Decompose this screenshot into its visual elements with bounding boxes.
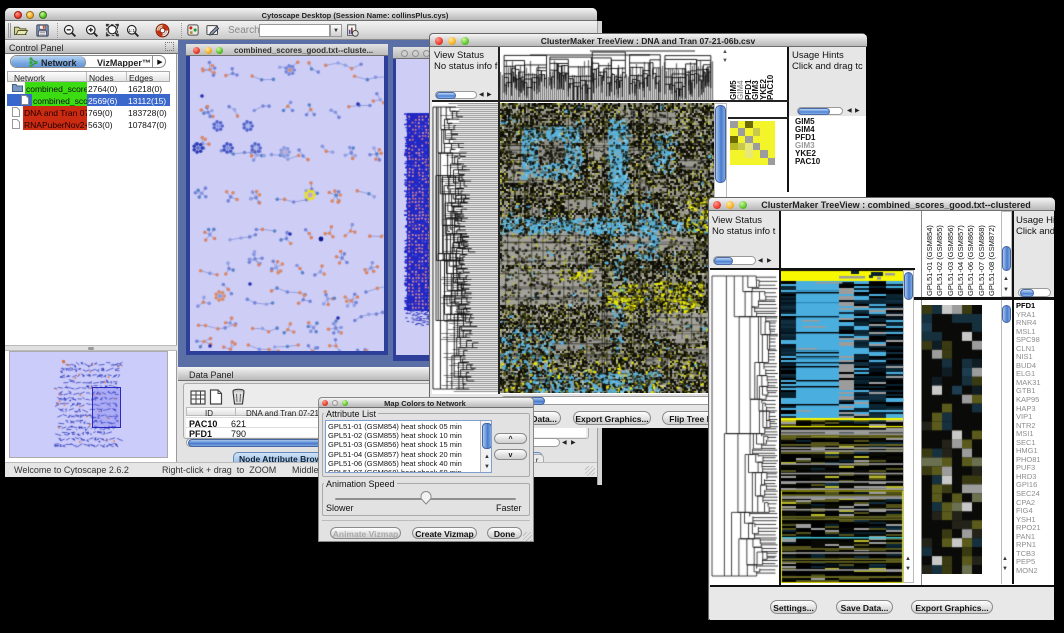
svg-text:1:1: 1:1 [128,28,135,34]
